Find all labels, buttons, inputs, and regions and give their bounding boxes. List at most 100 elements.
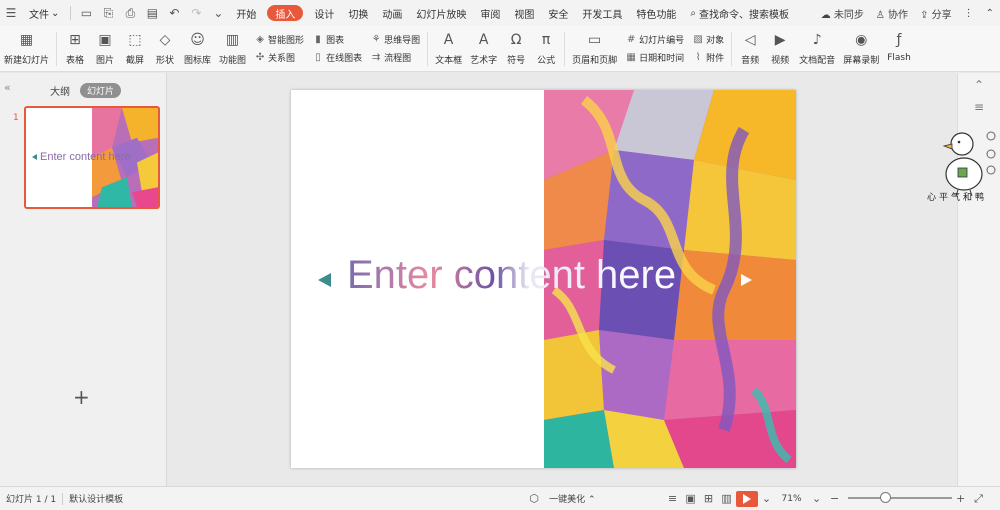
object-group: ▧ 对象 ⌇ 附件 xyxy=(688,28,728,70)
more-icon[interactable]: ⋮ xyxy=(958,8,980,19)
chevron-down-icon[interactable]: ⌄ xyxy=(808,490,826,508)
tab-features[interactable]: 特色功能 xyxy=(629,0,683,26)
slide-number-button[interactable]: # 幻灯片编号 xyxy=(625,30,684,48)
audio-button[interactable]: ◁ 音频 xyxy=(735,28,765,70)
collab-button[interactable]: ♙ 协作 xyxy=(870,6,914,21)
shape-label: 形状 xyxy=(156,56,175,66)
tab-design[interactable]: 设计 xyxy=(307,0,341,26)
chart-button[interactable]: ▮ 图表 xyxy=(312,30,362,48)
zoom-in-icon[interactable]: + xyxy=(952,490,970,508)
picture-button[interactable]: ▣ 图片 xyxy=(90,28,120,70)
fit-window-icon[interactable]: ⤢ xyxy=(970,490,988,508)
tab-animation[interactable]: 动画 xyxy=(375,0,409,26)
tab-slides[interactable]: 幻灯片 xyxy=(80,82,122,98)
symbol-label: 符号 xyxy=(507,56,526,66)
slide-number-icon: # xyxy=(626,33,636,45)
notes-icon[interactable]: ≡ xyxy=(664,490,682,508)
video-button[interactable]: ▶ 视频 xyxy=(765,28,795,70)
header-footer-button[interactable]: ▭ 页眉和页脚 xyxy=(568,28,621,70)
formula-button[interactable]: π 公式 xyxy=(531,28,561,70)
smart-art-button[interactable]: ◈ 智能图形 xyxy=(254,30,304,48)
settings-sliders-icon[interactable]: ≡ xyxy=(971,99,987,115)
tab-transition[interactable]: 切换 xyxy=(341,0,375,26)
shape-button[interactable]: ◇ 形状 xyxy=(150,28,180,70)
art-text-button[interactable]: A 艺术字 xyxy=(466,28,501,70)
tab-outline[interactable]: 大纲 xyxy=(50,83,70,98)
zoom-slider-track[interactable] xyxy=(848,497,952,499)
play-slideshow-button[interactable] xyxy=(735,490,758,507)
template-name[interactable]: 默认设计模板 xyxy=(63,492,129,505)
tab-insert[interactable]: 插入 xyxy=(267,5,304,21)
reading-view-icon[interactable]: ▥ xyxy=(718,490,736,508)
symbol-button[interactable]: Ω 符号 xyxy=(501,28,531,70)
flash-button[interactable]: ƒ Flash xyxy=(883,28,915,70)
screen-record-button[interactable]: ◉ 屏幕录制 xyxy=(839,28,883,70)
tab-review[interactable]: 审阅 xyxy=(473,0,507,26)
tab-developer[interactable]: 开发工具 xyxy=(575,0,629,26)
attachment-button[interactable]: ⌇ 附件 xyxy=(692,48,724,66)
mind-map-button[interactable]: ⚘ 思维导图 xyxy=(370,30,421,48)
slide-thumbnail[interactable]: Enter content here xyxy=(24,106,160,209)
number-date-group: # 幻灯片编号 ▦ 日期和时间 xyxy=(621,28,688,70)
tab-security[interactable]: 安全 xyxy=(541,0,575,26)
attachment-label: 附件 xyxy=(706,53,725,64)
redo-icon[interactable]: ↷ xyxy=(185,0,207,26)
tab-view[interactable]: 视图 xyxy=(507,0,541,26)
chevron-down-icon[interactable]: ⌄ xyxy=(758,490,776,508)
tab-home[interactable]: 开始 xyxy=(229,0,263,26)
preview-icon[interactable]: ▤ xyxy=(141,0,163,26)
slide-thumb-number: 1 xyxy=(13,113,19,123)
add-slide-button[interactable]: + xyxy=(73,385,90,409)
chart-group: ▮ 图表 ▯ 在线图表 xyxy=(308,28,366,70)
zoom-slider-handle[interactable] xyxy=(880,492,891,503)
chart-label: 图表 xyxy=(326,35,345,46)
table-button[interactable]: ⊞ 表格 xyxy=(60,28,90,70)
doc-dub-button[interactable]: ♪ 文档配音 xyxy=(795,28,839,70)
table-label: 表格 xyxy=(66,56,85,66)
smart-shape-group: ◈ 智能图形 ✣ 关系图 xyxy=(250,28,308,70)
sync-button[interactable]: ☁ 未同步 xyxy=(815,6,870,21)
beautify-icon: ⬡ xyxy=(529,492,539,505)
icon-lib-button[interactable]: ☺ 图标库 xyxy=(180,28,215,70)
beautify-button[interactable]: 一键美化 ⌃ xyxy=(543,492,601,505)
slide[interactable]: Enter content here xyxy=(291,90,796,468)
record-icon: ◉ xyxy=(855,32,868,48)
undo-icon[interactable]: ↶ xyxy=(163,0,185,26)
object-button[interactable]: ▧ 对象 xyxy=(692,30,724,48)
collapse-ribbon-icon[interactable]: ⌃ xyxy=(980,8,1000,19)
smart-art-icon: ◈ xyxy=(256,33,264,45)
export-icon[interactable]: ⎘ xyxy=(97,0,119,26)
slide-number-label: 幻灯片编号 xyxy=(639,35,685,46)
share-button[interactable]: ⇪ 分享 xyxy=(914,6,958,21)
divider xyxy=(56,32,58,66)
hamburger-icon[interactable]: ☰ xyxy=(0,0,22,26)
sorter-view-icon[interactable]: ⊞ xyxy=(700,490,718,508)
textbox-button[interactable]: A 文本框 xyxy=(431,28,466,70)
flow-chart-button[interactable]: ⇉ 流程图 xyxy=(370,48,420,66)
mind-map-icon: ⚘ xyxy=(371,33,381,45)
func-chart-button[interactable]: ▥ 功能图 xyxy=(215,28,250,70)
tab-slideshow[interactable]: 幻灯片放映 xyxy=(409,0,473,26)
slide-counter: 幻灯片 1 / 1 xyxy=(6,495,57,505)
date-time-button[interactable]: ▦ 日期和时间 xyxy=(625,48,684,66)
customize-icon[interactable]: ⌄ xyxy=(207,0,229,26)
command-search[interactable]: ⌕ 查找命令、搜索模板 xyxy=(683,0,796,26)
relation-label: 关系图 xyxy=(268,53,296,64)
file-menu[interactable]: 文件 ⌄ xyxy=(22,0,66,26)
collab-label: 协作 xyxy=(888,9,909,21)
header-footer-label: 页眉和页脚 xyxy=(572,56,618,66)
screenshot-button[interactable]: ⬚ 截屏 xyxy=(120,28,150,70)
zoom-out-icon[interactable]: − xyxy=(826,490,844,508)
art-text-label: 艺术字 xyxy=(470,56,498,66)
collapse-icon[interactable]: ⌃ xyxy=(971,77,987,93)
save-icon[interactable]: ▭ xyxy=(75,0,97,26)
online-chart-button[interactable]: ▯ 在线图表 xyxy=(312,48,362,66)
slide-title[interactable]: Enter content here xyxy=(347,253,676,298)
new-slide-button[interactable]: ▦ 新建幻灯片 xyxy=(0,28,53,70)
user-icon: ♙ xyxy=(875,9,885,21)
zoom-level[interactable]: 71% xyxy=(776,494,808,504)
print-icon[interactable]: ⎙ xyxy=(119,0,141,26)
arrow-left-icon xyxy=(318,273,331,287)
normal-view-icon[interactable]: ▣ xyxy=(682,490,700,508)
relation-button[interactable]: ✣ 关系图 xyxy=(254,48,304,66)
